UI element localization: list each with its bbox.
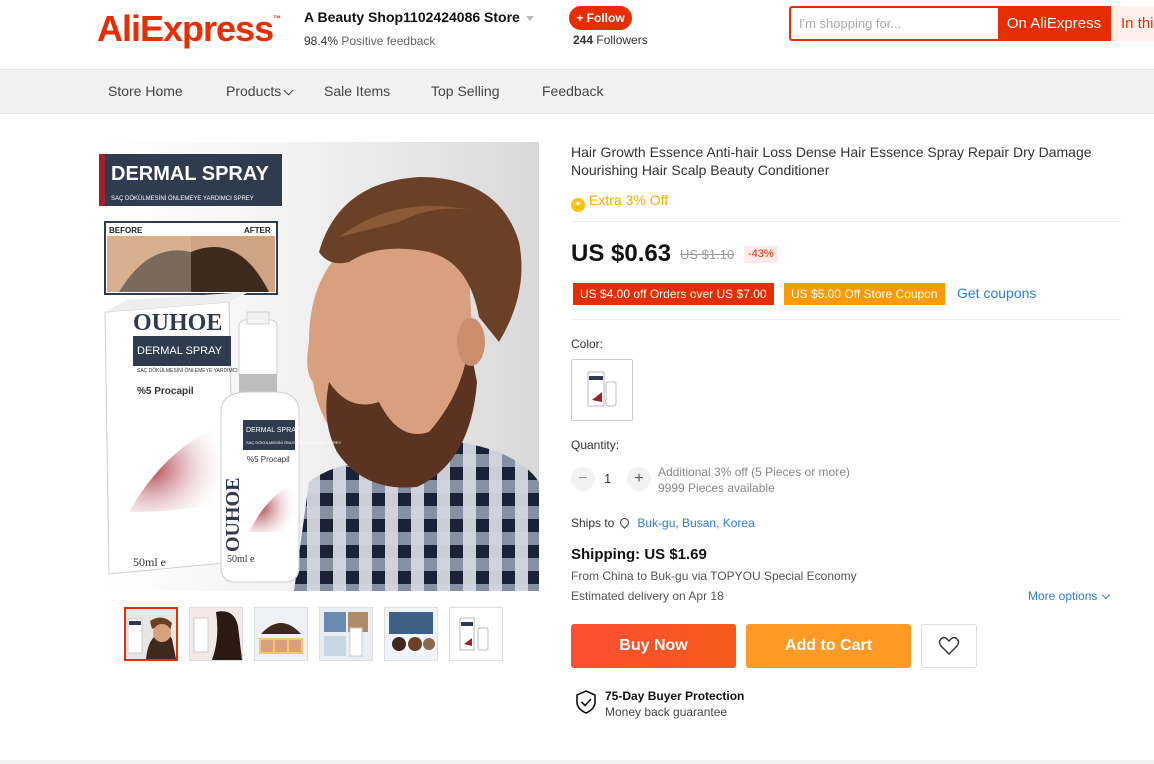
main-product-image[interactable]: DERMAL SPRAY SAÇ DÖKÜLMESİNİ ÖNLEMEYE YA… <box>99 142 539 591</box>
search-on-aliexpress-button[interactable]: On AliExpress <box>998 6 1110 41</box>
quantity-decrease-button[interactable]: − <box>571 467 595 491</box>
store-feedback: 98.4% Positive feedback <box>304 34 435 48</box>
site-header: AliExpress™ A Beauty Shop1102424086 Stor… <box>0 0 1154 70</box>
chevron-down-icon <box>283 85 294 96</box>
bottle-label: DERMAL SPRAY <box>246 427 300 434</box>
product-title: Hair Growth Essence Anti-hair Loss Dense… <box>571 144 1092 178</box>
color-option-1[interactable] <box>571 359 633 421</box>
shipping-price: Shipping: US $1.69 <box>571 546 707 563</box>
quantity-value[interactable]: 1 <box>604 471 611 486</box>
bottle-ingredient: %5 Procapil <box>247 455 290 464</box>
original-price: US $1.10 <box>680 247 735 262</box>
thumbnail-3[interactable] <box>254 607 308 661</box>
discount-badge: -43% <box>744 246 778 263</box>
buy-now-button[interactable]: Buy Now <box>571 624 736 668</box>
thumbnail-1[interactable] <box>124 607 178 661</box>
location-pin-icon <box>618 516 632 529</box>
nav-sale-items[interactable]: Sale Items <box>324 83 390 99</box>
ships-to: Ships to Buk-gu, Busan, Korea <box>571 516 755 530</box>
nav-feedback[interactable]: Feedback <box>542 83 603 99</box>
follow-button[interactable]: + Follow <box>569 6 632 30</box>
buyer-protection-subtitle: Money back guarantee <box>605 705 728 719</box>
before-label: BEFORE <box>109 226 143 235</box>
more-options-link[interactable]: More options <box>1028 589 1111 603</box>
color-swatch-image <box>572 360 632 420</box>
quantity-label: Quantity: <box>571 438 620 452</box>
nav-store-home[interactable]: Store Home <box>108 83 183 99</box>
positive-feedback-label: Positive feedback <box>341 34 436 48</box>
ships-to-location[interactable]: Buk-gu, Busan, Korea <box>637 516 754 530</box>
estimated-delivery: Estimated delivery on Apr 18 <box>571 589 724 603</box>
thumbnail-2[interactable] <box>189 607 243 661</box>
bottle-volume: 50ml e <box>227 554 255 565</box>
nav-products[interactable]: Products <box>226 83 294 99</box>
banner-subtitle: SAÇ DÖKÜLMESİNİ ÖNLEMEYE YARDIMCI SPREY <box>111 195 254 202</box>
coin-icon: ✦ <box>571 198 585 212</box>
current-price: US $0.63 <box>571 240 672 267</box>
store-name[interactable]: A Beauty Shop1102424086 Store <box>304 9 534 25</box>
positive-feedback-pct: 98.4% <box>304 34 339 48</box>
after-label: AFTER <box>244 226 271 235</box>
quantity-increase-button[interactable]: + <box>627 467 651 491</box>
quantity-info: Additional 3% off (5 Pieces or more) 9999… <box>658 465 850 495</box>
coupon-orders-over[interactable]: US $4.00 off Orders over US $7.00 <box>573 283 774 305</box>
store-nav: Store Home Products Sale Items Top Selli… <box>0 70 1154 114</box>
shipping-route: From China to Buk-gu via TOPYOU Special … <box>571 569 857 583</box>
extra-off-badge: ✦ Extra 3% Off <box>571 192 668 212</box>
chevron-down-icon[interactable] <box>525 15 534 21</box>
followers-count: 244 Followers <box>573 33 648 47</box>
wishlist-button[interactable] <box>921 624 977 668</box>
coupon-store[interactable]: US $5.00 Off Store Coupon <box>784 283 945 305</box>
banner-title: DERMAL SPRAY <box>111 163 269 185</box>
color-label: Color: <box>571 337 604 351</box>
box-ingredient: %5 Procapil <box>137 386 194 397</box>
search-input[interactable] <box>799 8 989 39</box>
aliexpress-logo[interactable]: AliExpress™ <box>97 8 281 50</box>
get-coupons-link[interactable]: Get coupons <box>957 285 1036 301</box>
box-brand: OUHOE <box>133 310 222 336</box>
buyer-protection-title: 75-Day Buyer Protection <box>605 689 745 703</box>
add-to-cart-button[interactable]: Add to Cart <box>746 624 911 668</box>
bottle-brand: OUHOE <box>222 478 244 552</box>
divider <box>571 319 1121 320</box>
thumbnail-6[interactable] <box>449 607 503 661</box>
bottle-subtitle: SAÇ DÖKÜLMESİNİ ÖNLEMEYE YARDIMCI SPREY <box>246 440 342 445</box>
nav-top-selling[interactable]: Top Selling <box>431 83 500 99</box>
box-label: DERMAL SPRAY <box>137 345 223 357</box>
search-in-store-button[interactable]: In thi <box>1110 6 1154 41</box>
divider <box>0 760 1154 764</box>
heart-icon <box>938 636 960 655</box>
shield-check-icon <box>575 690 597 719</box>
divider <box>571 221 1121 222</box>
product-photo: DERMAL SPRAY SAÇ DÖKÜLMESİNİ ÖNLEMEYE YA… <box>99 142 539 591</box>
box-volume: 50ml e <box>133 555 166 569</box>
search-bar: On AliExpress In thi <box>789 6 1154 41</box>
thumbnail-5[interactable] <box>384 607 438 661</box>
thumbnail-4[interactable] <box>319 607 373 661</box>
chevron-down-icon <box>1102 590 1111 600</box>
